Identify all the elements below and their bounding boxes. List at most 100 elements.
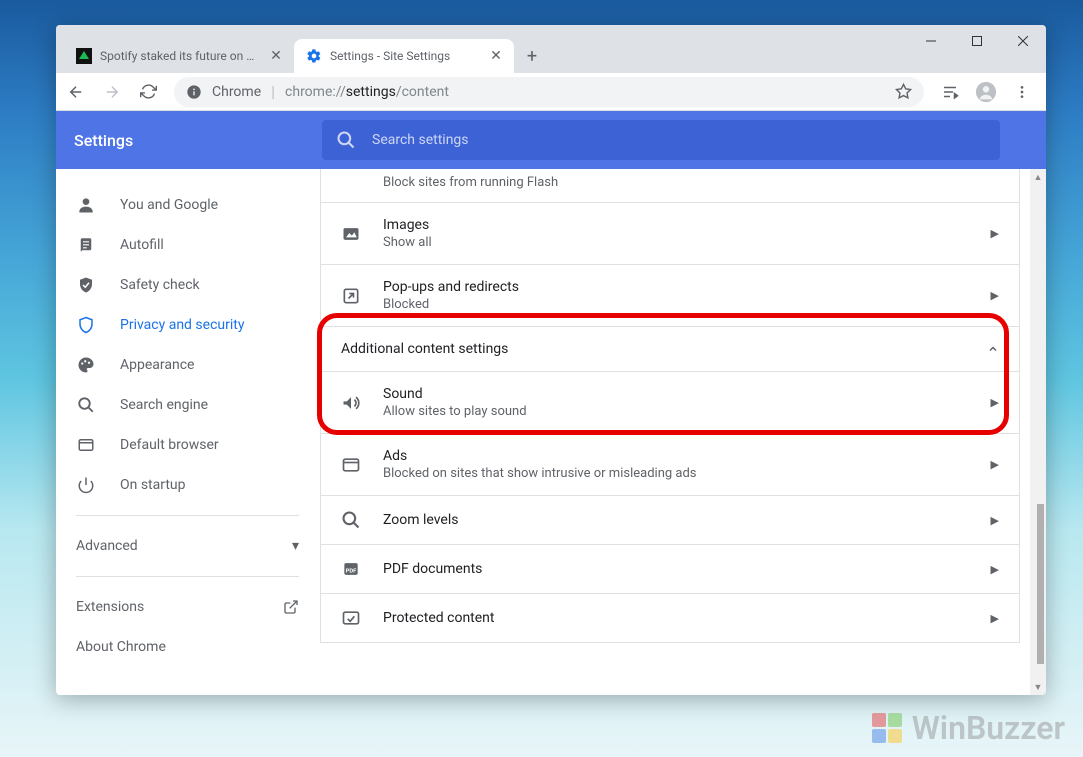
- row-pdf-documents[interactable]: PDF PDF documents ▶: [321, 544, 1019, 593]
- chevron-right-icon: ▶: [991, 563, 999, 576]
- forward-button[interactable]: [96, 76, 128, 108]
- sidebar: You and Google Autofill Safety check Pri…: [56, 169, 320, 695]
- sidebar-item-label: Search engine: [120, 397, 208, 413]
- sound-icon: [341, 393, 361, 413]
- sidebar-item-label: Autofill: [120, 237, 164, 253]
- protected-icon: [341, 608, 361, 628]
- chevron-right-icon: ▶: [991, 612, 999, 625]
- row-title: Sound: [383, 386, 969, 402]
- row-zoom-levels[interactable]: Zoom levels ▶: [321, 495, 1019, 544]
- svg-text:PDF: PDF: [346, 568, 358, 574]
- row-title: Pop-ups and redirects: [383, 279, 969, 295]
- pdf-icon: PDF: [341, 559, 361, 579]
- menu-icon[interactable]: [1006, 76, 1038, 108]
- row-title: PDF documents: [383, 561, 969, 577]
- divider: |: [271, 82, 275, 101]
- search-input[interactable]: [372, 132, 986, 148]
- bookmark-icon[interactable]: [895, 83, 912, 100]
- palette-icon: [76, 356, 96, 374]
- chevron-down-icon: ▾: [292, 538, 299, 554]
- favicon-settings: [306, 48, 322, 64]
- profile-icon[interactable]: [970, 76, 1002, 108]
- shield-icon: [76, 316, 96, 334]
- scrollbar-thumb-outer[interactable]: [1037, 504, 1044, 664]
- safety-icon: [76, 276, 96, 294]
- scroll-up-icon[interactable]: ▲: [1030, 169, 1046, 185]
- window-controls: [908, 25, 1046, 57]
- favicon-spotify: [76, 48, 92, 64]
- sidebar-item-appearance[interactable]: Appearance: [56, 345, 319, 385]
- sidebar-item-you-and-google[interactable]: You and Google: [56, 185, 319, 225]
- row-sub: Blocked: [383, 297, 969, 312]
- row-popups-redirects[interactable]: Pop-ups and redirects Blocked ▶: [321, 264, 1019, 326]
- url-text: chrome://settings/content: [285, 84, 449, 100]
- tab-title: Settings - Site Settings: [330, 49, 480, 63]
- row-sub: Show all: [383, 235, 969, 250]
- new-tab-button[interactable]: +: [518, 42, 546, 70]
- separator: [76, 515, 299, 516]
- about-label: About Chrome: [76, 639, 166, 655]
- sidebar-item-autofill[interactable]: Autofill: [56, 225, 319, 265]
- minimize-button[interactable]: [908, 25, 954, 57]
- close-icon[interactable]: ✕: [268, 48, 284, 64]
- row-ads[interactable]: Ads Blocked on sites that show intrusive…: [321, 433, 1019, 495]
- row-title: Ads: [383, 448, 969, 464]
- address-bar[interactable]: Chrome | chrome://settings/content: [174, 77, 924, 107]
- content-area: Block sites from running Flash Images Sh…: [320, 169, 1046, 695]
- zoom-icon: [341, 510, 361, 530]
- row-title: Images: [383, 217, 969, 233]
- search-box[interactable]: [322, 120, 1000, 160]
- site-info-icon[interactable]: [186, 84, 202, 100]
- close-window-button[interactable]: [1000, 25, 1046, 57]
- row-images[interactable]: Images Show all ▶: [321, 202, 1019, 264]
- sidebar-extensions[interactable]: Extensions: [56, 587, 319, 627]
- chevron-right-icon: ▶: [991, 289, 999, 302]
- chevron-right-icon: ▶: [991, 458, 999, 471]
- row-flash-truncated[interactable]: Block sites from running Flash: [321, 169, 1019, 202]
- row-protected-content[interactable]: Protected content ▶: [321, 593, 1019, 642]
- scrollbar-outer[interactable]: ▲ ▼: [1030, 169, 1046, 695]
- sidebar-item-privacy-security[interactable]: Privacy and security: [56, 305, 319, 345]
- watermark: WinBuzzer: [870, 709, 1065, 747]
- sidebar-item-search-engine[interactable]: Search engine: [56, 385, 319, 425]
- sidebar-item-default-browser[interactable]: Default browser: [56, 425, 319, 465]
- sidebar-item-safety-check[interactable]: Safety check: [56, 265, 319, 305]
- power-icon: [76, 476, 96, 494]
- popup-icon: [341, 286, 361, 306]
- scroll-down-icon[interactable]: ▼: [1030, 679, 1046, 695]
- address-label: Chrome: [212, 84, 261, 100]
- sidebar-item-label: On startup: [120, 477, 186, 493]
- sidebar-about-chrome[interactable]: About Chrome: [56, 627, 319, 667]
- watermark-text: WinBuzzer: [912, 709, 1065, 747]
- section-additional-content[interactable]: Additional content settings: [321, 326, 1019, 371]
- search-icon: [336, 130, 356, 150]
- tab-spotify[interactable]: Spotify staked its future on podc ✕: [64, 39, 294, 73]
- settings-title: Settings: [74, 131, 302, 150]
- maximize-button[interactable]: [954, 25, 1000, 57]
- media-control-icon[interactable]: [934, 76, 966, 108]
- reload-button[interactable]: [132, 76, 164, 108]
- section-title: Additional content settings: [341, 341, 508, 357]
- chevron-right-icon: ▶: [991, 514, 999, 527]
- back-button[interactable]: [60, 76, 92, 108]
- row-sound[interactable]: Sound Allow sites to play sound ▶: [321, 371, 1019, 433]
- settings-header: Settings: [56, 111, 1046, 169]
- row-title: Protected content: [383, 610, 969, 626]
- sidebar-advanced[interactable]: Advanced ▾: [56, 526, 319, 566]
- sidebar-item-label: Privacy and security: [120, 317, 244, 333]
- autofill-icon: [76, 236, 96, 254]
- image-icon: [341, 224, 361, 244]
- ads-icon: [341, 455, 361, 475]
- row-title: Zoom levels: [383, 512, 969, 528]
- close-icon[interactable]: ✕: [488, 48, 504, 64]
- tab-title: Spotify staked its future on podc: [100, 49, 260, 63]
- titlebar: Spotify staked its future on podc ✕ Sett…: [56, 25, 1046, 73]
- content-panel: Block sites from running Flash Images Sh…: [320, 169, 1020, 643]
- sidebar-item-on-startup[interactable]: On startup: [56, 465, 319, 505]
- app-body: You and Google Autofill Safety check Pri…: [56, 169, 1046, 695]
- sidebar-item-label: You and Google: [120, 197, 218, 213]
- tab-settings[interactable]: Settings - Site Settings ✕: [294, 39, 514, 73]
- sidebar-item-label: Safety check: [120, 277, 200, 293]
- toolbar: Chrome | chrome://settings/content: [56, 73, 1046, 111]
- search-icon: [76, 396, 96, 414]
